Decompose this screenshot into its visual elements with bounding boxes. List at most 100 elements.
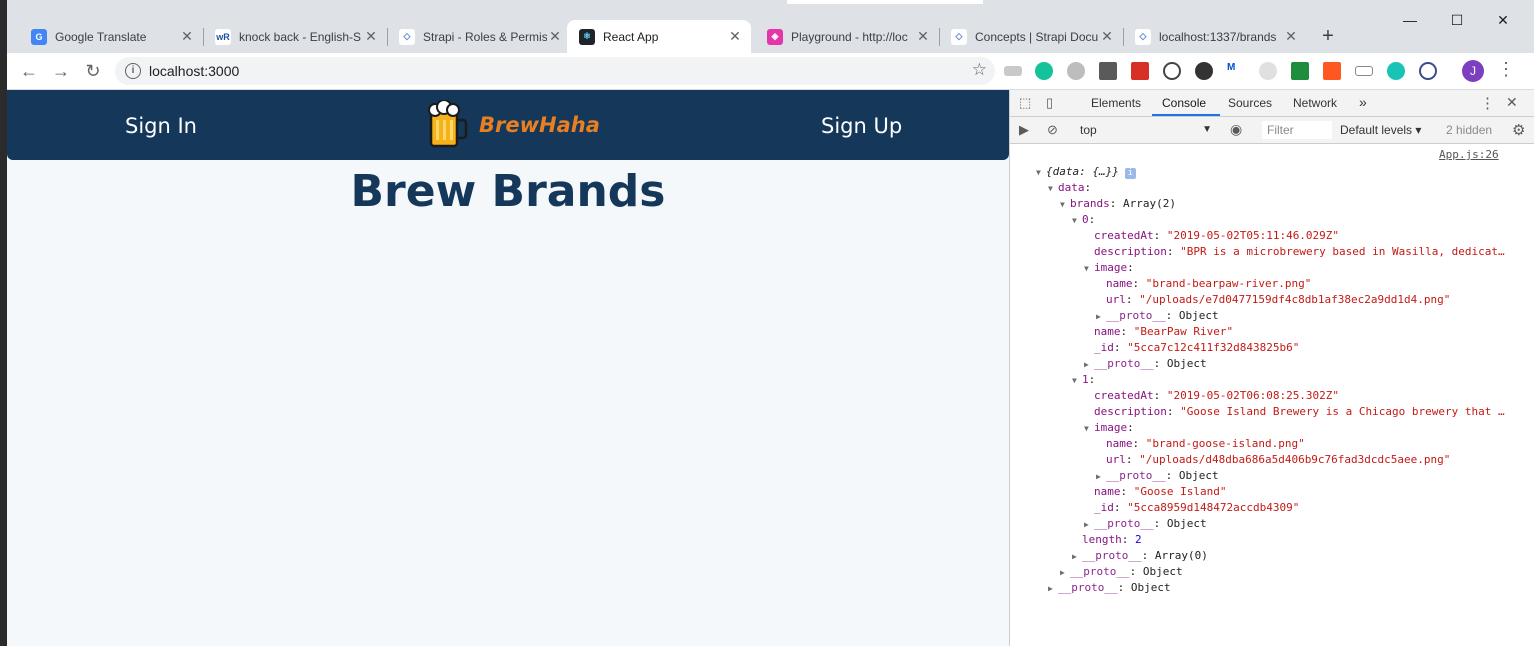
close-tab-icon[interactable]: ✕: [179, 28, 195, 45]
device-toolbar-icon[interactable]: ▯: [1046, 95, 1053, 111]
devtools-menu-icon[interactable]: ⋮: [1480, 94, 1495, 112]
browser-tab[interactable]: ◇ Strapi - Roles & Permis ✕: [387, 20, 571, 53]
console-tree-row[interactable]: ▶ __proto__: Object: [1060, 564, 1183, 580]
brand-logo-link[interactable]: BrewHaha: [425, 100, 600, 150]
minimize-button[interactable]: —: [1387, 12, 1433, 28]
bookmark-star-icon[interactable]: ☆: [972, 60, 987, 80]
extension-icon[interactable]: [1163, 62, 1181, 80]
browser-menu-icon[interactable]: ⋮: [1497, 59, 1515, 80]
console-sidebar-icon[interactable]: ▶: [1019, 122, 1029, 138]
console-tree-row[interactable]: ▼ 1:: [1072, 372, 1095, 388]
collapsed-triangle-icon[interactable]: ▶: [1096, 309, 1106, 325]
console-tree-row[interactable]: ▼ image:: [1084, 260, 1134, 276]
close-tab-icon[interactable]: ✕: [547, 28, 563, 45]
key-separator: :: [1113, 501, 1128, 514]
console-tree-row[interactable]: ▶ __proto__: Array(0): [1072, 548, 1208, 564]
close-tab-icon[interactable]: ✕: [1099, 28, 1115, 45]
expanded-triangle-icon[interactable]: ▼: [1084, 421, 1094, 437]
sign-in-link[interactable]: Sign In: [125, 114, 197, 138]
forward-button[interactable]: →: [49, 59, 73, 83]
new-tab-button[interactable]: +: [1316, 24, 1340, 48]
expanded-triangle-icon[interactable]: ▼: [1060, 197, 1070, 213]
console-tree-row[interactable]: ▼ 0:: [1072, 212, 1095, 228]
browser-tab[interactable]: ◇ Concepts | Strapi Docu ✕: [939, 20, 1123, 53]
collapsed-triangle-icon[interactable]: ▶: [1096, 469, 1106, 485]
profile-avatar[interactable]: J: [1462, 60, 1484, 82]
close-window-button[interactable]: ✕: [1480, 12, 1526, 29]
extension-icon[interactable]: [1355, 66, 1373, 76]
expanded-triangle-icon[interactable]: ▼: [1036, 165, 1046, 181]
reload-button[interactable]: ↻: [81, 59, 105, 83]
back-button[interactable]: ←: [17, 59, 41, 83]
close-tab-icon[interactable]: ✕: [363, 28, 379, 45]
console-toolbar: ▶ ⊘ top ▼ ◉ Filter Default levels ▾ 2 hid…: [1010, 117, 1534, 144]
extension-icon[interactable]: [1323, 62, 1341, 80]
close-tab-icon[interactable]: ✕: [727, 28, 743, 45]
close-devtools-icon[interactable]: ✕: [1506, 94, 1518, 111]
console-settings-gear-icon[interactable]: ⚙: [1512, 121, 1525, 139]
sign-up-link[interactable]: Sign Up: [821, 114, 902, 138]
property-key: url: [1106, 293, 1126, 306]
extension-icon[interactable]: [1004, 66, 1022, 76]
collapsed-triangle-icon[interactable]: ▶: [1072, 549, 1082, 565]
console-tree-row: _id: "5cca8959d148472accdb4309": [1084, 500, 1299, 516]
close-tab-icon[interactable]: ✕: [1283, 28, 1299, 45]
console-tree-row[interactable]: ▶ __proto__: Object: [1084, 516, 1207, 532]
devtools-tab-console[interactable]: Console: [1162, 96, 1206, 110]
devtools-tab-sources[interactable]: Sources: [1228, 96, 1272, 110]
source-link[interactable]: App.js:26: [1439, 148, 1499, 161]
console-filter-input[interactable]: Filter: [1262, 121, 1332, 139]
devtools-tab-network[interactable]: Network: [1293, 96, 1337, 110]
console-tree-row[interactable]: ▼ brands: Array(2): [1060, 196, 1176, 212]
expanded-triangle-icon[interactable]: ▼: [1084, 261, 1094, 277]
console-tree-row[interactable]: ▼ data:: [1048, 180, 1091, 196]
more-tabs-button[interactable]: »: [1359, 94, 1367, 110]
browser-tab[interactable]: wR knock back - English-S ✕: [203, 20, 387, 53]
grammarly-icon[interactable]: [1035, 62, 1053, 80]
extension-icon[interactable]: M: [1227, 62, 1245, 80]
console-tree-row[interactable]: ▶ __proto__: Object: [1084, 356, 1207, 372]
key-separator: :: [1088, 373, 1096, 386]
console-tree-row[interactable]: ▶ __proto__: Object: [1096, 468, 1219, 484]
console-tree-row[interactable]: ▶ __proto__: Object: [1096, 308, 1219, 324]
expanded-triangle-icon[interactable]: ▼: [1072, 213, 1082, 229]
browser-tab[interactable]: ⚛ React App ✕: [567, 20, 751, 53]
extension-icon[interactable]: [1291, 62, 1309, 80]
console-tree-row[interactable]: ▶ __proto__: Object: [1048, 580, 1171, 596]
expanded-triangle-icon[interactable]: ▼: [1048, 181, 1058, 197]
context-selector[interactable]: top ▼: [1076, 121, 1212, 139]
maximize-button[interactable]: ☐: [1434, 12, 1480, 29]
expanded-triangle-icon[interactable]: ▼: [1072, 373, 1082, 389]
extension-icon[interactable]: [1131, 62, 1149, 80]
google-translate-icon: G: [31, 28, 47, 45]
browser-tab[interactable]: ◇ localhost:1337/brands ✕: [1123, 20, 1307, 53]
info-badge-icon[interactable]: i: [1124, 168, 1136, 179]
extension-icon[interactable]: [1387, 62, 1405, 80]
collapsed-triangle-icon[interactable]: ▶: [1060, 565, 1070, 581]
inspect-element-icon[interactable]: ⬚: [1019, 95, 1031, 111]
close-tab-icon[interactable]: ✕: [915, 28, 931, 45]
devtools-tab-elements[interactable]: Elements: [1091, 96, 1141, 110]
address-bar[interactable]: i localhost:3000 ☆: [115, 57, 995, 85]
collapsed-triangle-icon[interactable]: ▶: [1084, 517, 1094, 533]
extension-icon[interactable]: [1259, 62, 1277, 80]
extension-icon[interactable]: [1419, 62, 1437, 80]
property-value: "BPR is a microbrewery based in Wasilla,…: [1180, 245, 1505, 258]
site-info-icon[interactable]: i: [125, 63, 141, 79]
collapsed-triangle-icon[interactable]: ▶: [1084, 357, 1094, 373]
clear-console-icon[interactable]: ⊘: [1047, 122, 1058, 138]
property-value: "brand-goose-island.png": [1145, 437, 1305, 450]
log-levels-dropdown[interactable]: Default levels ▾: [1340, 123, 1421, 137]
vue-devtools-icon[interactable]: [1099, 62, 1117, 80]
console-tree-row[interactable]: ▼ image:: [1084, 420, 1134, 436]
console-tree-row[interactable]: ▼ {data: {…}} i: [1036, 164, 1136, 180]
property-value: "5cca8959d148472accdb4309": [1127, 501, 1300, 514]
extension-icon[interactable]: [1195, 62, 1213, 80]
browser-tab[interactable]: G Google Translate ✕: [19, 20, 203, 53]
key-separator: :: [1121, 533, 1135, 546]
extension-icon[interactable]: [1067, 62, 1085, 80]
live-expression-eye-icon[interactable]: ◉: [1230, 121, 1242, 138]
address-url[interactable]: localhost:3000: [149, 63, 239, 79]
collapsed-triangle-icon[interactable]: ▶: [1048, 581, 1058, 597]
browser-tab[interactable]: ◈ Playground - http://loc ✕: [755, 20, 939, 53]
